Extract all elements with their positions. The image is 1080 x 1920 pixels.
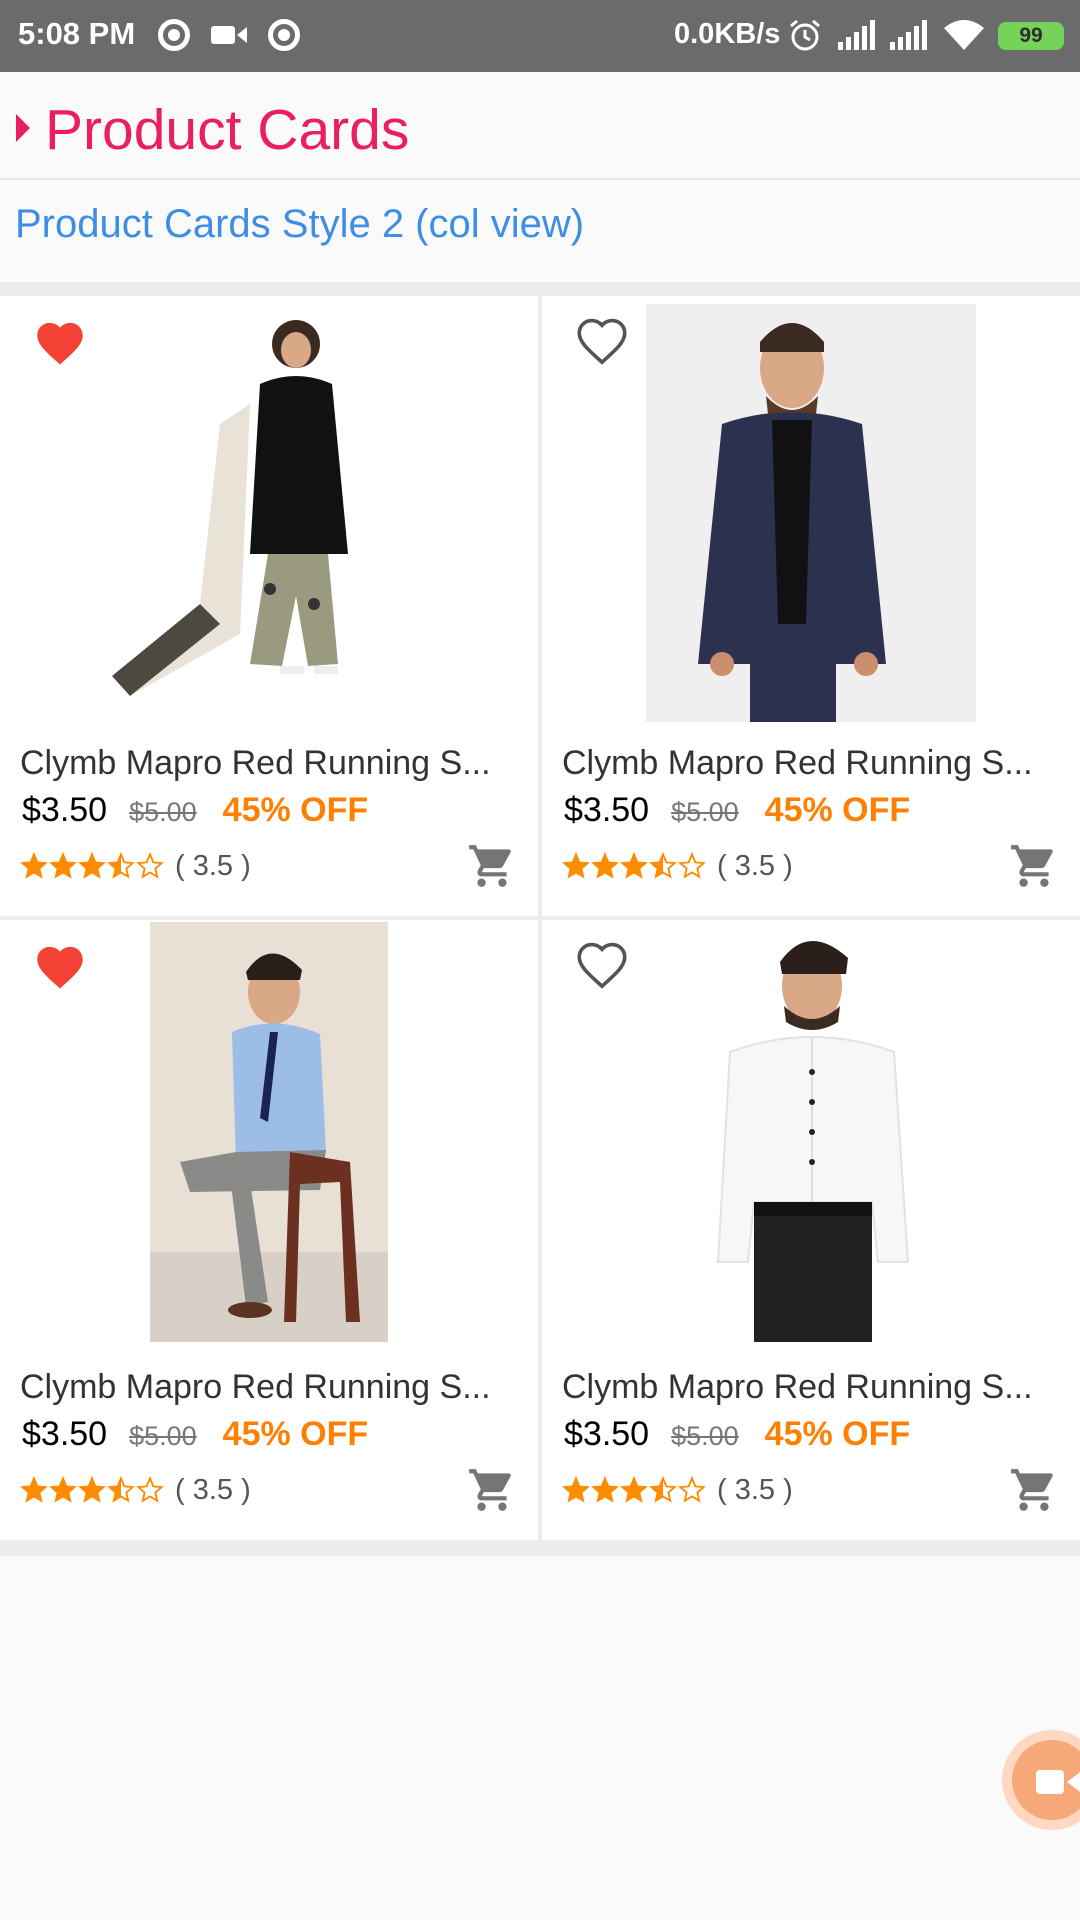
product-name[interactable]: Clymb Mapro Red Running S...	[20, 1368, 530, 1407]
star-filled-icon	[20, 852, 48, 879]
old-price: $5.00	[671, 1421, 739, 1451]
star-empty-icon	[136, 1476, 164, 1503]
rating-row: ( 3.5 )	[20, 1472, 251, 1508]
star-empty-icon	[678, 1476, 706, 1503]
star-rating	[562, 1476, 707, 1504]
star-filled-icon	[49, 1476, 77, 1503]
product-name[interactable]: Clymb Mapro Red Running S...	[562, 744, 1072, 783]
price: $3.50	[22, 1415, 108, 1453]
signal-icon	[890, 20, 927, 50]
record-icon	[268, 19, 300, 51]
rating-text: ( 3.5 )	[175, 1473, 251, 1506]
heart-outline-icon[interactable]	[574, 940, 630, 990]
page-title: Product Cards	[45, 98, 410, 162]
old-price: $5.00	[129, 1421, 197, 1451]
star-empty-icon	[136, 852, 164, 879]
floating-video-button[interactable]	[1002, 1730, 1080, 1830]
discount-badge: 45% OFF	[222, 1415, 369, 1453]
star-half-icon	[649, 852, 677, 879]
star-empty-icon	[678, 852, 706, 879]
price-row: $3.50 $5.00 45% OFF	[22, 1415, 368, 1459]
caret-right-icon	[16, 114, 30, 142]
heart-filled-icon[interactable]	[32, 316, 88, 366]
star-rating	[562, 852, 707, 880]
star-filled-icon	[562, 1476, 590, 1503]
record-icon	[158, 19, 190, 51]
product-name[interactable]: Clymb Mapro Red Running S...	[20, 744, 530, 783]
price-row: $3.50 $5.00 45% OFF	[564, 1415, 910, 1459]
star-filled-icon	[620, 852, 648, 879]
star-half-icon	[649, 1476, 677, 1503]
star-filled-icon	[49, 852, 77, 879]
star-half-icon	[107, 852, 135, 879]
old-price: $5.00	[129, 797, 197, 827]
page-header: Product Cards	[0, 80, 1080, 180]
product-image[interactable]	[646, 304, 976, 722]
product-card[interactable]: Clymb Mapro Red Running S... $3.50 $5.00…	[0, 296, 538, 916]
video-camera-icon	[211, 26, 247, 44]
product-card[interactable]: Clymb Mapro Red Running S... $3.50 $5.00…	[0, 920, 538, 1540]
wifi-icon	[944, 20, 984, 50]
section-subtitle: Product Cards Style 2 (col view)	[15, 202, 585, 246]
discount-badge: 45% OFF	[764, 1415, 911, 1453]
heart-outline-icon[interactable]	[574, 316, 630, 366]
divider	[0, 282, 1080, 296]
old-price: $5.00	[671, 797, 739, 827]
discount-badge: 45% OFF	[222, 791, 369, 829]
status-time: 5:08 PM	[18, 16, 136, 51]
cart-icon[interactable]	[1008, 841, 1060, 891]
price-row: $3.50 $5.00 45% OFF	[22, 791, 368, 835]
price: $3.50	[22, 791, 108, 829]
discount-badge: 45% OFF	[764, 791, 911, 829]
star-half-icon	[107, 1476, 135, 1503]
rating-row: ( 3.5 )	[562, 1472, 793, 1508]
product-image[interactable]	[150, 922, 388, 1342]
product-image[interactable]	[100, 304, 430, 722]
rating-text: ( 3.5 )	[717, 849, 793, 882]
cart-icon[interactable]	[466, 1465, 518, 1515]
star-filled-icon	[591, 852, 619, 879]
star-filled-icon	[78, 852, 106, 879]
network-speed: 0.0KB/s	[674, 18, 781, 50]
star-filled-icon	[620, 1476, 648, 1503]
video-camera-icon	[1036, 1770, 1080, 1794]
rating-row: ( 3.5 )	[20, 848, 251, 884]
star-rating	[20, 852, 165, 880]
price-row: $3.50 $5.00 45% OFF	[564, 791, 910, 835]
product-card[interactable]: Clymb Mapro Red Running S... $3.50 $5.00…	[542, 296, 1080, 916]
heart-filled-icon[interactable]	[32, 940, 88, 990]
cart-icon[interactable]	[466, 841, 518, 891]
product-grid: Clymb Mapro Red Running S... $3.50 $5.00…	[0, 296, 1080, 1540]
signal-icon	[838, 20, 875, 50]
divider	[0, 1540, 1080, 1556]
status-bar: 5:08 PM 0.0KB/s 99	[0, 0, 1080, 72]
star-filled-icon	[591, 1476, 619, 1503]
rating-row: ( 3.5 )	[562, 848, 793, 884]
rating-text: ( 3.5 )	[175, 849, 251, 882]
star-filled-icon	[562, 852, 590, 879]
section-subtitle-row: Product Cards Style 2 (col view)	[0, 180, 1080, 282]
star-rating	[20, 1476, 165, 1504]
product-image[interactable]	[658, 922, 972, 1342]
price: $3.50	[564, 1415, 650, 1453]
product-name[interactable]: Clymb Mapro Red Running S...	[562, 1368, 1072, 1407]
star-filled-icon	[78, 1476, 106, 1503]
product-card[interactable]: Clymb Mapro Red Running S... $3.50 $5.00…	[542, 920, 1080, 1540]
alarm-icon	[790, 19, 820, 51]
price: $3.50	[564, 791, 650, 829]
battery-icon: 99	[998, 22, 1064, 50]
rating-text: ( 3.5 )	[717, 1473, 793, 1506]
cart-icon[interactable]	[1008, 1465, 1060, 1515]
star-filled-icon	[20, 1476, 48, 1503]
